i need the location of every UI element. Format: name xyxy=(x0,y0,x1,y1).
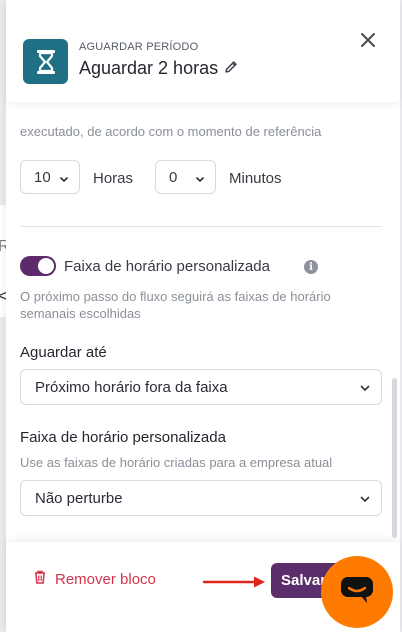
block-title[interactable]: Aguardar 2 horas xyxy=(79,58,238,79)
hours-value: 10 xyxy=(34,168,51,186)
trash-icon xyxy=(34,570,46,588)
chat-widget-button[interactable] xyxy=(321,556,393,628)
custom-range-select[interactable]: Não perturbe xyxy=(20,480,382,516)
chevron-down-icon xyxy=(359,492,371,509)
wait-until-label: Aguardar até xyxy=(20,344,107,361)
chevron-down-icon xyxy=(195,171,205,188)
section-divider xyxy=(20,226,382,227)
annotation-arrow xyxy=(202,575,268,594)
close-icon[interactable] xyxy=(356,28,380,52)
minutes-label: Minutos xyxy=(229,170,282,187)
custom-range-hint: Use as faixas de horário criadas para a … xyxy=(20,455,333,470)
custom-range-toggle-label: Faixa de horário personalizada xyxy=(64,258,270,275)
partial-description: executado, de acordo com o momento de re… xyxy=(20,124,322,139)
minutes-select[interactable]: 0 xyxy=(155,160,216,194)
custom-range-label: Faixa de horário personalizada xyxy=(20,429,226,446)
chevron-down-icon xyxy=(59,171,69,188)
chevron-down-icon xyxy=(359,381,371,398)
pencil-icon[interactable] xyxy=(224,58,238,79)
remove-block-label: Remover bloco xyxy=(55,570,156,588)
custom-range-toggle[interactable] xyxy=(20,256,56,276)
wait-period-panel: AGUARDAR PERÍODO Aguardar 2 horas execut… xyxy=(6,0,400,632)
block-type-label: AGUARDAR PERÍODO xyxy=(79,41,199,53)
remove-block-button[interactable]: Remover bloco xyxy=(34,570,156,588)
custom-range-value: Não perturbe xyxy=(35,489,123,507)
scrollbar[interactable] xyxy=(392,378,397,538)
wait-until-value: Próximo horário fora da faixa xyxy=(35,378,228,396)
wait-until-select[interactable]: Próximo horário fora da faixa xyxy=(20,369,382,405)
chat-bubble-icon xyxy=(339,574,375,611)
panel-content: executado, de acordo com o momento de re… xyxy=(6,102,400,542)
info-icon[interactable]: i xyxy=(304,260,318,274)
hourglass-icon xyxy=(23,39,68,84)
panel-header: AGUARDAR PERÍODO Aguardar 2 horas xyxy=(6,0,400,102)
toggle-help-text: O próximo passo do fluxo seguirá as faix… xyxy=(20,289,331,321)
hours-label: Horas xyxy=(93,170,134,187)
hours-select[interactable]: 10 xyxy=(20,160,80,194)
block-title-text: Aguardar 2 horas xyxy=(79,58,219,78)
toggle-knob xyxy=(38,258,54,274)
minutes-value: 0 xyxy=(169,168,178,186)
